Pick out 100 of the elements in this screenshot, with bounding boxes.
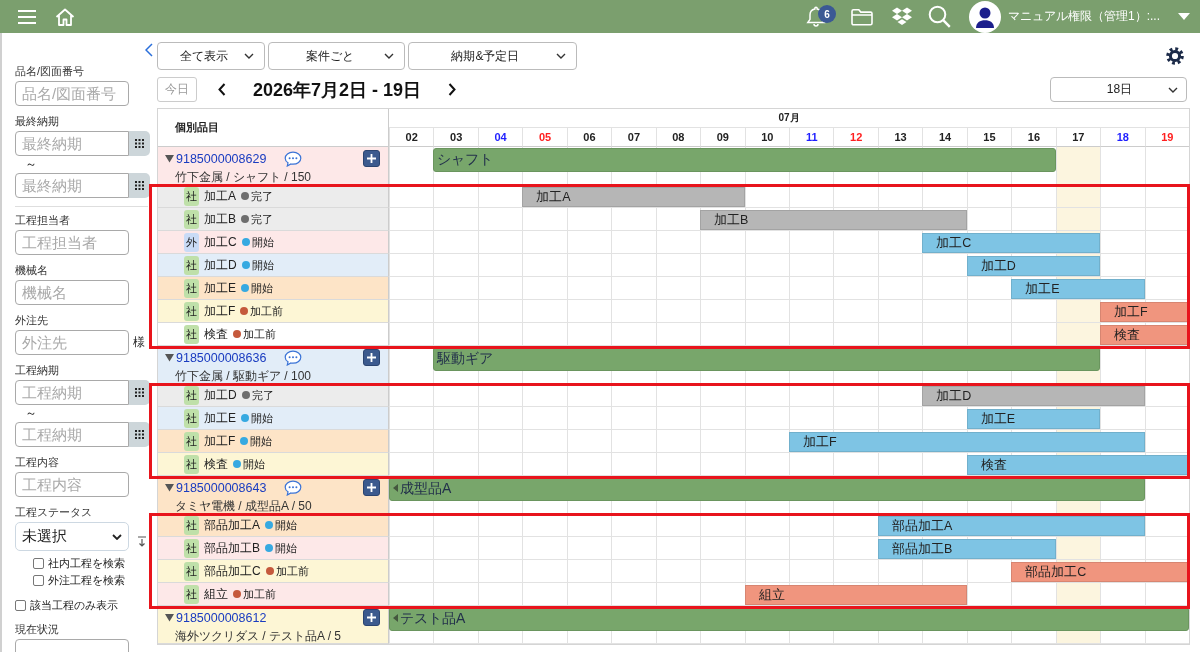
status-label: 完了 bbox=[251, 188, 273, 204]
date-field[interactable]: 最終納期 bbox=[15, 131, 129, 156]
process-name: 加工A bbox=[204, 187, 236, 205]
day-label: 09 bbox=[700, 128, 745, 147]
product-id-link[interactable]: 9185000008636 bbox=[176, 350, 267, 365]
text-field[interactable]: 工程内容 bbox=[15, 472, 129, 497]
range-separator: ～ bbox=[24, 405, 38, 422]
process-name: 加工D bbox=[204, 256, 237, 274]
add-button[interactable] bbox=[363, 349, 380, 366]
process-type-badge: 社 bbox=[184, 255, 199, 275]
home-icon[interactable] bbox=[55, 6, 75, 27]
checkbox[interactable] bbox=[15, 600, 26, 611]
arrow-down-bar-icon[interactable] bbox=[137, 536, 147, 547]
product-id-link[interactable]: 9185000008643 bbox=[176, 480, 267, 495]
folder-icon[interactable] bbox=[851, 7, 873, 26]
day-label: 02 bbox=[389, 128, 434, 147]
suffix-label: 様 bbox=[133, 334, 145, 351]
search-icon[interactable] bbox=[928, 5, 951, 28]
checkbox-label[interactable]: 外注工程を検索 bbox=[48, 573, 125, 588]
date-field[interactable]: 工程納期 bbox=[15, 380, 129, 405]
chevron-right-icon[interactable] bbox=[448, 83, 457, 96]
product-id-link[interactable]: 9185000008629 bbox=[176, 151, 267, 166]
expand-triangle-icon[interactable] bbox=[165, 353, 174, 362]
day-label: 07 bbox=[611, 128, 656, 147]
process-name: 加工C bbox=[204, 233, 237, 251]
process-name: 加工B bbox=[204, 210, 236, 228]
calendar-button[interactable] bbox=[129, 380, 150, 405]
bar-label: 組立 bbox=[758, 586, 785, 604]
process-type-badge: 社 bbox=[184, 209, 199, 229]
product-id-link[interactable]: 9185000008612 bbox=[176, 610, 267, 625]
text-field[interactable]: 機械名 bbox=[15, 280, 129, 305]
comment-icon[interactable] bbox=[284, 479, 303, 496]
bar-label: 駆動ギア bbox=[437, 349, 494, 367]
field-label: 工程担当者 bbox=[15, 213, 70, 227]
bar-label: 加工C bbox=[936, 234, 972, 252]
status-label: 加工前 bbox=[250, 303, 284, 319]
settings-icon[interactable] bbox=[1166, 47, 1184, 65]
text-field[interactable]: 工程担当者 bbox=[15, 230, 129, 255]
range-select[interactable]: 18日 bbox=[1050, 77, 1187, 102]
expand-triangle-icon[interactable] bbox=[165, 483, 174, 492]
plus-icon bbox=[367, 613, 376, 622]
bar-label: 部品加工C bbox=[1025, 563, 1087, 581]
process-name: 加工D bbox=[204, 386, 237, 404]
date-field[interactable]: 最終納期 bbox=[15, 173, 129, 198]
dot-grid-icon bbox=[135, 388, 144, 397]
status-label: 開始 bbox=[250, 433, 273, 449]
status-label: 加工前 bbox=[243, 326, 276, 342]
day-label: 15 bbox=[966, 128, 1012, 147]
plus-icon bbox=[367, 353, 376, 362]
add-button[interactable] bbox=[363, 609, 380, 626]
add-button[interactable] bbox=[363, 479, 380, 496]
checkbox[interactable] bbox=[33, 558, 44, 569]
field-label: 現在状況 bbox=[15, 622, 59, 636]
process-type-badge: 社 bbox=[184, 454, 199, 474]
process-name: 加工E bbox=[204, 409, 236, 427]
day-label: 19 bbox=[1144, 128, 1189, 147]
user-avatar-icon[interactable] bbox=[969, 0, 1001, 33]
process-type-badge: 社 bbox=[184, 278, 199, 298]
comment-icon[interactable] bbox=[284, 150, 303, 167]
filter-dropdown[interactable]: 案件ごと bbox=[268, 42, 405, 70]
chevron-down-icon bbox=[556, 53, 566, 59]
filter-dropdown[interactable]: 全て表示 bbox=[157, 42, 265, 70]
status-label: 加工前 bbox=[243, 586, 276, 602]
date-field[interactable]: 工程納期 bbox=[15, 422, 129, 447]
process-type-badge: 社 bbox=[184, 431, 199, 451]
plus-icon bbox=[367, 483, 376, 492]
calendar-button[interactable] bbox=[129, 422, 150, 447]
status-select[interactable]: 未選択 bbox=[15, 522, 129, 551]
bar-label: 加工D bbox=[936, 387, 972, 405]
calendar-button[interactable] bbox=[129, 173, 150, 198]
field-label: 品名/図面番号 bbox=[15, 64, 85, 78]
chevron-left-icon[interactable] bbox=[218, 83, 226, 96]
process-name: 加工F bbox=[204, 432, 236, 450]
checkbox-label[interactable]: 該当工程のみ表示 bbox=[30, 598, 118, 613]
process-name: 検査 bbox=[204, 325, 228, 343]
diamonds-icon[interactable] bbox=[891, 7, 913, 26]
menu-icon[interactable] bbox=[18, 9, 36, 24]
bar-label: 検査 bbox=[980, 456, 1007, 474]
field-label: 工程ステータス bbox=[15, 505, 92, 519]
range-separator: ～ bbox=[24, 156, 38, 173]
text-field[interactable]: 品名/図面番号 bbox=[15, 81, 129, 106]
add-button[interactable] bbox=[363, 150, 380, 167]
status-label: 完了 bbox=[251, 387, 274, 403]
filter-dropdown[interactable]: 納期&予定日 bbox=[408, 42, 577, 70]
status-label: 開始 bbox=[275, 517, 297, 533]
calendar-button[interactable] bbox=[129, 131, 150, 156]
expand-triangle-icon[interactable] bbox=[165, 613, 174, 622]
chevron-down-icon bbox=[384, 53, 394, 59]
expand-triangle-icon[interactable] bbox=[165, 154, 174, 163]
status-label: 完了 bbox=[251, 211, 273, 227]
month-label: 07月 bbox=[389, 109, 1189, 128]
bell-icon[interactable] bbox=[806, 6, 826, 27]
checkbox[interactable] bbox=[33, 575, 44, 586]
status-label: 開始 bbox=[251, 234, 274, 250]
checkbox-label[interactable]: 社内工程を検索 bbox=[48, 556, 125, 571]
day-label: 12 bbox=[833, 128, 878, 147]
process-type-badge: 社 bbox=[184, 301, 199, 321]
comment-icon[interactable] bbox=[284, 349, 303, 366]
caret-down-icon[interactable] bbox=[1178, 13, 1190, 20]
text-field[interactable]: 外注先 bbox=[15, 330, 129, 355]
